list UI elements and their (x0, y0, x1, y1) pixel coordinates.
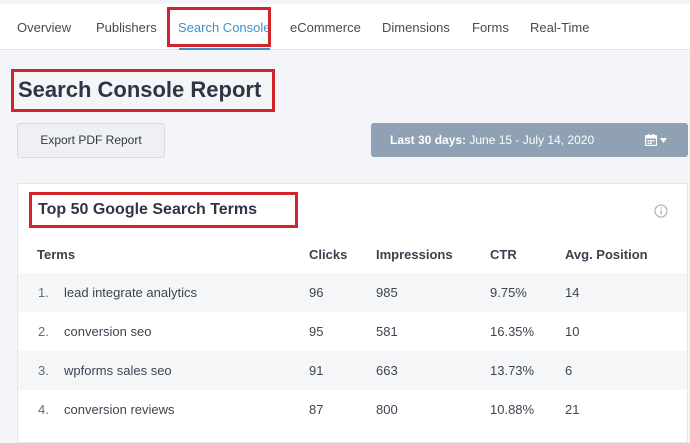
tab-real-time[interactable]: Real-Time (530, 4, 589, 50)
row-rank: 2. (38, 324, 49, 339)
date-range-prefix: Last 30 days: (390, 133, 467, 147)
row-rank: 3. (38, 363, 49, 378)
column-header-impressions[interactable]: Impressions (376, 247, 453, 262)
column-header-ctr[interactable]: CTR (490, 247, 517, 262)
panel-title: Top 50 Google Search Terms (38, 201, 258, 218)
row-clicks: 96 (309, 285, 324, 300)
row-term: conversion seo (64, 324, 152, 339)
tab-ecommerce[interactable]: eCommerce (290, 4, 361, 50)
column-header-clicks[interactable]: Clicks (309, 247, 347, 262)
tab-search-console[interactable]: Search Console (169, 4, 280, 50)
active-tab-underline (179, 48, 270, 50)
search-terms-panel: Top 50 Google Search Terms Terms Clicks … (17, 183, 688, 443)
row-term: wpforms sales seo (64, 363, 172, 378)
row-impressions: 581 (376, 324, 398, 339)
row-rank: 1. (38, 285, 49, 300)
page-title: Search Console Report (18, 77, 262, 102)
row-term: lead integrate analytics (64, 285, 197, 300)
row-position: 14 (565, 285, 580, 300)
caret-down-icon (660, 138, 667, 143)
row-rank: 4. (38, 402, 49, 417)
tab-publishers[interactable]: Publishers (96, 4, 157, 50)
tab-search-console-label: Search Console (178, 20, 271, 35)
tab-forms[interactable]: Forms (472, 4, 509, 50)
row-impressions: 985 (376, 285, 398, 300)
row-clicks: 95 (309, 324, 324, 339)
date-range-value: June 15 - July 14, 2020 (466, 133, 595, 147)
row-ctr: 9.75% (490, 285, 527, 300)
row-position: 21 (565, 402, 580, 417)
table-row: 4. conversion reviews 87 800 10.88% 21 (18, 390, 687, 429)
tab-overview[interactable]: Overview (17, 4, 71, 50)
row-impressions: 800 (376, 402, 398, 417)
row-position: 10 (565, 324, 580, 339)
row-term: conversion reviews (64, 402, 175, 417)
date-range-button[interactable]: Last 30 days: June 15 - July 14, 2020 (371, 123, 688, 157)
date-range-text: Last 30 days: June 15 - July 14, 2020 (390, 123, 594, 157)
info-icon[interactable] (654, 204, 668, 218)
calendar-icon (645, 134, 657, 146)
row-impressions: 663 (376, 363, 398, 378)
table-row: 1. lead integrate analytics 96 985 9.75%… (18, 273, 687, 312)
column-header-avg-position[interactable]: Avg. Position (565, 247, 648, 262)
row-ctr: 10.88% (490, 402, 535, 417)
row-ctr: 13.73% (490, 363, 535, 378)
table-row: 2. conversion seo 95 581 16.35% 10 (18, 312, 687, 351)
column-header-terms[interactable]: Terms (37, 247, 75, 262)
row-position: 6 (565, 363, 573, 378)
row-clicks: 91 (309, 363, 324, 378)
row-ctr: 16.35% (490, 324, 535, 339)
report-tabs: Overview Publishers Search Console eComm… (0, 4, 690, 50)
tab-dimensions[interactable]: Dimensions (382, 4, 450, 50)
row-clicks: 87 (309, 402, 324, 417)
table-row: 3. wpforms sales seo 91 663 13.73% 6 (18, 351, 687, 390)
export-pdf-button[interactable]: Export PDF Report (17, 123, 165, 158)
